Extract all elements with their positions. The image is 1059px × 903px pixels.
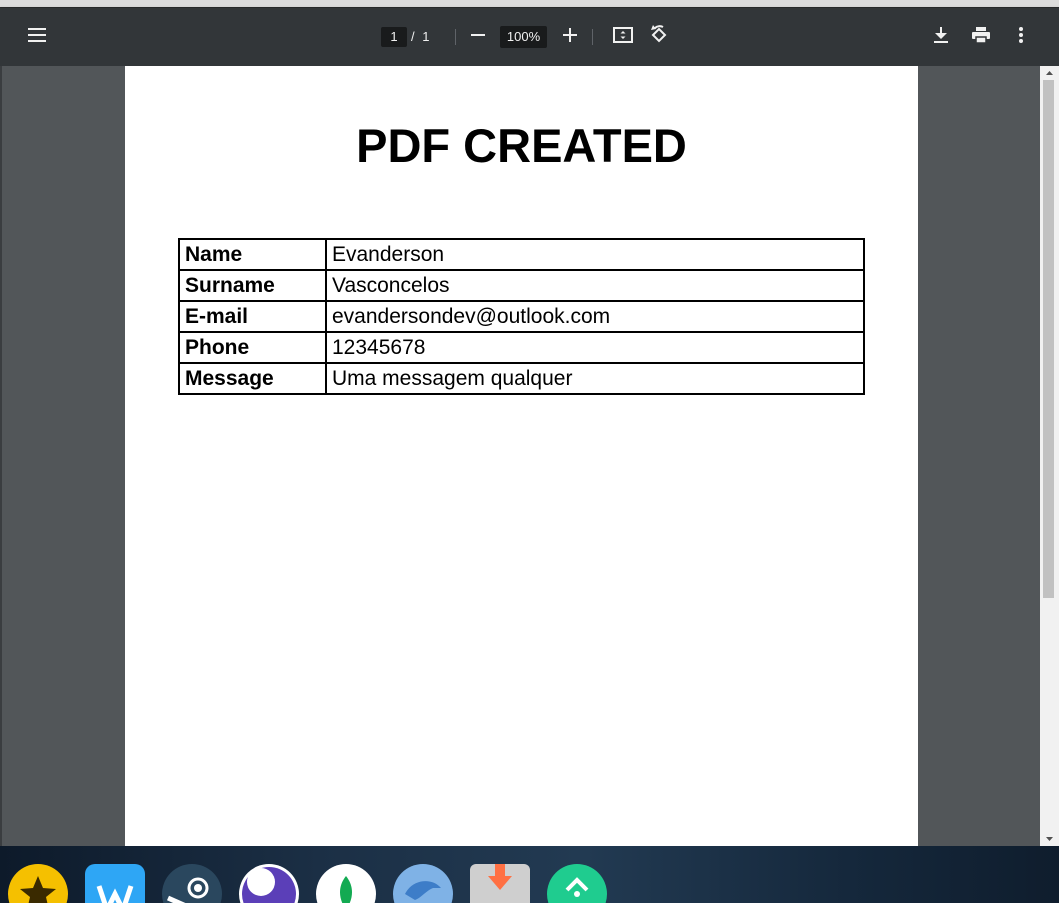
pdf-viewer[interactable]: PDF CREATED Name Evanderson Surname Vasc…: [0, 66, 1059, 846]
info-table: Name Evanderson Surname Vasconcelos E-ma…: [178, 238, 865, 395]
arrow-down-icon: [1046, 837, 1053, 841]
taskbar: [0, 846, 1059, 903]
toolbar-divider: [455, 29, 456, 45]
download-app-icon[interactable]: [470, 864, 530, 903]
table-row: Phone 12345678: [178, 331, 865, 364]
fit-to-page-button[interactable]: [607, 21, 639, 53]
scroll-thumb[interactable]: [1043, 80, 1054, 598]
printer-icon: [972, 26, 990, 48]
row-value: Uma messagem qualquer: [325, 362, 865, 395]
row-value: Evanderson: [325, 238, 865, 271]
steam-icon[interactable]: [162, 864, 222, 903]
more-actions-button[interactable]: [1005, 21, 1037, 53]
rotate-icon: [649, 24, 669, 50]
hamburger-menu-icon: [28, 27, 46, 47]
dolphin-icon[interactable]: [393, 864, 453, 903]
fit-page-icon: [613, 26, 633, 48]
table-row: Surname Vasconcelos: [178, 269, 865, 302]
page-total: 1: [422, 29, 430, 44]
print-button[interactable]: [965, 21, 997, 53]
table-row: E-mail evandersondev@outlook.com: [178, 300, 865, 333]
row-label: E-mail: [178, 300, 327, 333]
scroll-up-button[interactable]: [1040, 66, 1059, 80]
page-count: / 1: [407, 27, 447, 47]
chevron-up-app-icon[interactable]: [547, 864, 607, 903]
window-top-strip: [0, 0, 1059, 8]
row-label: Phone: [178, 331, 327, 364]
row-value: Vasconcelos: [325, 269, 865, 302]
scroll-down-button[interactable]: [1040, 832, 1059, 846]
minus-icon: [471, 28, 485, 47]
menu-button[interactable]: [21, 21, 53, 53]
pdf-page: PDF CREATED Name Evanderson Surname Vasc…: [125, 66, 918, 846]
arrow-up-icon: [1046, 71, 1053, 75]
moon-app-icon[interactable]: [239, 864, 299, 903]
zoom-in-button[interactable]: [554, 21, 586, 53]
toolbar-divider: [592, 29, 593, 45]
star-app-icon[interactable]: [8, 864, 68, 903]
zoom-out-button[interactable]: [462, 21, 494, 53]
pdf-toolbar: 1 / 1 100%: [0, 8, 1059, 66]
mongodb-leaf-icon[interactable]: [316, 864, 376, 903]
row-label: Surname: [178, 269, 327, 302]
more-vertical-icon: [1019, 26, 1023, 48]
table-row: Message Uma messagem qualquer: [178, 362, 865, 395]
page-separator: /: [411, 29, 415, 44]
page-number-input[interactable]: 1: [381, 27, 407, 47]
w-app-icon[interactable]: [85, 864, 145, 903]
document-title: PDF CREATED: [356, 119, 687, 172]
plus-icon: [563, 27, 577, 47]
row-label: Name: [178, 238, 327, 271]
table-row: Name Evanderson: [178, 238, 865, 271]
row-value: evandersondev@outlook.com: [325, 300, 865, 333]
row-value: 12345678: [325, 331, 865, 364]
row-label: Message: [178, 362, 327, 395]
download-icon: [934, 26, 948, 48]
download-button[interactable]: [925, 21, 957, 53]
zoom-input[interactable]: 100%: [500, 26, 547, 48]
viewer-left-edge: [0, 66, 2, 846]
vertical-scrollbar[interactable]: [1040, 66, 1059, 846]
rotate-button[interactable]: [643, 21, 675, 53]
